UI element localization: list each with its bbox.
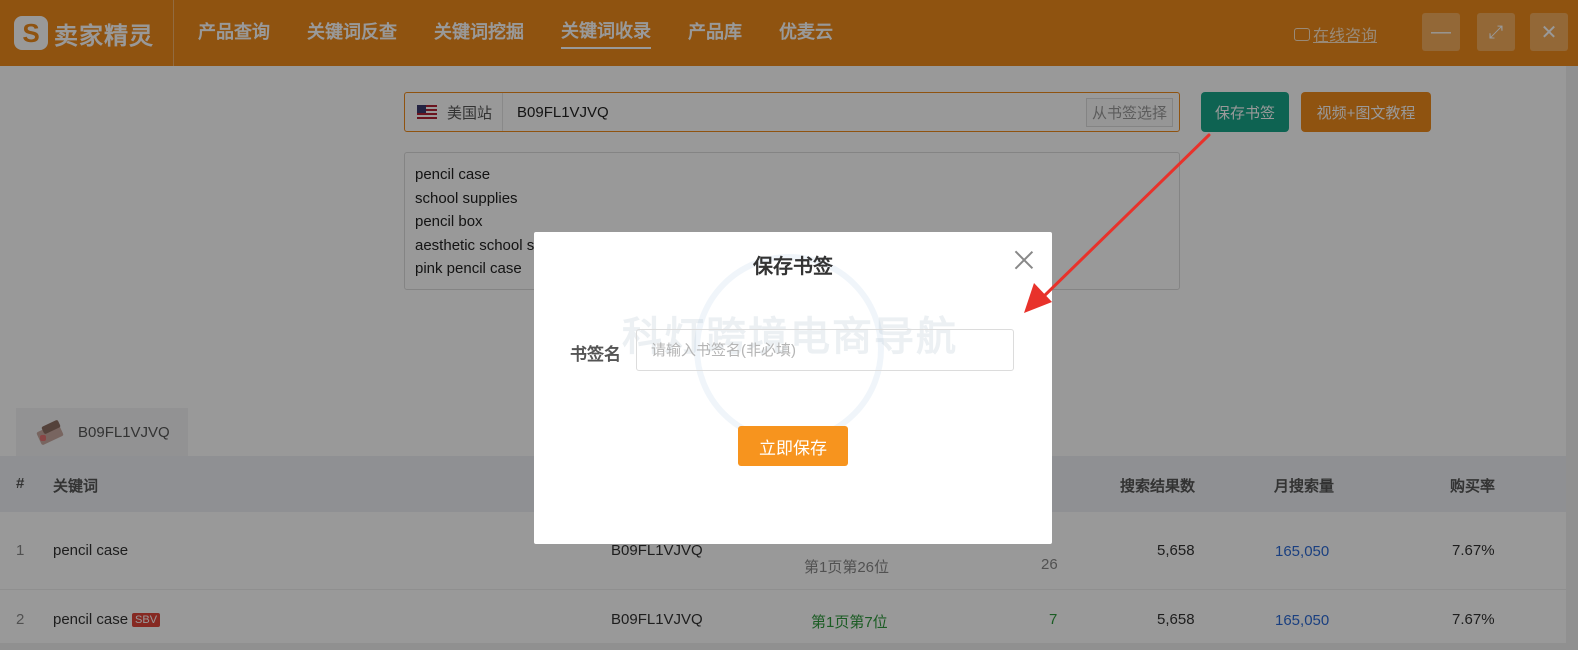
save-bookmark-dialog: 科灯跨境电商导航 保存书签 书签名 立即保存 [534,232,1052,544]
app-window: S 卖家精灵 产品查询 关键词反查 关键词挖掘 关键词收录 产品库 优麦云 在线… [0,0,1578,650]
save-now-button[interactable]: 立即保存 [738,426,848,466]
close-icon[interactable] [1012,248,1036,272]
bookmark-name-input[interactable] [636,329,1014,371]
dialog-title: 保存书签 [753,256,833,278]
bookmark-name-label: 书签名 [570,345,621,364]
